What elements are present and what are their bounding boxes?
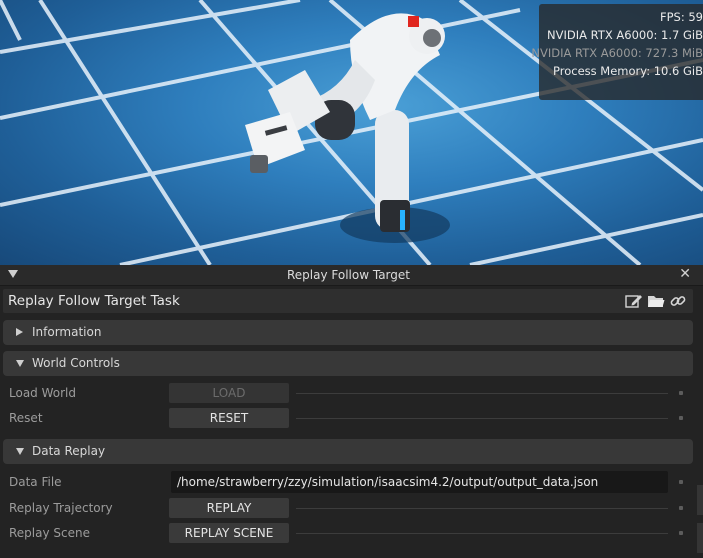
replay-trajectory-row: Replay Trajectory REPLAY TRAJECTORY bbox=[0, 497, 703, 535]
replay-scene-button[interactable]: REPLAY SCENE bbox=[169, 523, 289, 543]
section-label: Data Replay bbox=[32, 444, 106, 458]
row-handle bbox=[679, 531, 683, 535]
expand-arrow-icon[interactable] bbox=[16, 328, 23, 336]
gpu-memory-readout: NVIDIA RTX A6000: 1.7 GiB bbox=[547, 28, 703, 42]
replay-trajectory-label: Replay Trajectory bbox=[9, 501, 113, 515]
collapse-arrow-icon[interactable] bbox=[16, 448, 24, 455]
section-world-controls[interactable]: World Controls bbox=[3, 351, 693, 376]
process-memory-readout: Process Memory: 10.6 GiB bbox=[553, 64, 703, 78]
edit-icon[interactable] bbox=[625, 293, 643, 309]
row-handle bbox=[679, 480, 683, 484]
load-button[interactable]: LOAD bbox=[169, 383, 289, 403]
row-handle bbox=[679, 391, 683, 395]
row-handle bbox=[679, 506, 683, 510]
scrollbar-lower[interactable] bbox=[697, 523, 703, 553]
divider bbox=[296, 508, 668, 509]
reset-row: Reset RESET bbox=[0, 407, 703, 429]
replay-follow-target-window: Replay Follow Target ✕ Replay Follow Tar… bbox=[0, 265, 703, 558]
collapse-arrow-icon[interactable] bbox=[16, 360, 24, 367]
task-header: Replay Follow Target Task bbox=[3, 289, 693, 313]
gpu-memory-readout-secondary: NVIDIA RTX A6000: 727.3 MiB bbox=[531, 46, 703, 60]
divider bbox=[296, 533, 668, 534]
section-label: Information bbox=[32, 325, 102, 339]
replay-scene-label: Replay Scene bbox=[9, 526, 90, 540]
performance-overlay: FPS: 59 NVIDIA RTX A6000: 1.7 GiB NVIDIA… bbox=[531, 4, 703, 100]
section-data-replay[interactable]: Data Replay bbox=[3, 439, 693, 464]
simulation-viewport[interactable]: FPS: 59 NVIDIA RTX A6000: 1.7 GiB NVIDIA… bbox=[0, 0, 703, 265]
section-label: World Controls bbox=[32, 356, 120, 370]
section-information[interactable]: Information bbox=[3, 320, 693, 345]
divider bbox=[296, 393, 668, 394]
link-icon[interactable] bbox=[669, 293, 687, 309]
window-title: Replay Follow Target bbox=[287, 268, 410, 282]
data-file-row: Data File /home/strawberry/zzy/simulatio… bbox=[0, 471, 703, 493]
row-handle bbox=[679, 416, 683, 420]
task-title: Replay Follow Target Task bbox=[8, 293, 180, 309]
fps-readout: FPS: 59 bbox=[659, 10, 703, 24]
divider bbox=[296, 418, 668, 419]
reset-button[interactable]: RESET bbox=[169, 408, 289, 428]
load-world-label: Load World bbox=[9, 386, 76, 400]
data-file-input[interactable]: /home/strawberry/zzy/simulation/isaacsim… bbox=[171, 471, 668, 493]
replay-scene-row: Replay Scene REPLAY SCENE bbox=[0, 522, 703, 544]
data-file-label: Data File bbox=[9, 475, 62, 489]
reset-label: Reset bbox=[9, 411, 43, 425]
scrollbar[interactable] bbox=[697, 485, 703, 515]
load-world-row: Load World LOAD bbox=[0, 382, 703, 404]
folder-icon[interactable] bbox=[647, 293, 665, 309]
replay-trajectory-button[interactable]: REPLAY TRAJECTORY bbox=[169, 498, 289, 535]
close-icon[interactable]: ✕ bbox=[679, 266, 691, 282]
window-titlebar[interactable]: Replay Follow Target ✕ bbox=[0, 265, 703, 286]
